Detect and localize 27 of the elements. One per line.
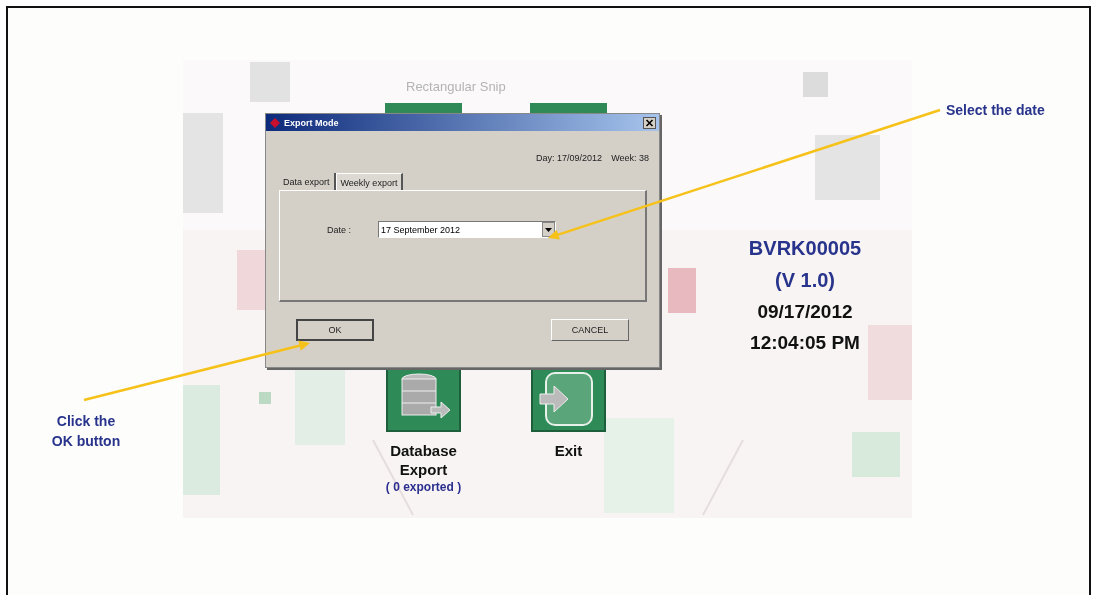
tile-label[interactable]: Exit bbox=[528, 441, 609, 460]
date-label: Date : bbox=[327, 224, 351, 235]
export-count: ( 0 exported ) bbox=[385, 480, 462, 494]
background-square bbox=[259, 392, 271, 404]
background-square bbox=[803, 72, 828, 97]
background-square bbox=[815, 135, 880, 200]
window-title: Export Mode bbox=[284, 117, 340, 128]
week-text: Week: 38 bbox=[611, 153, 649, 163]
callout-text: Select the date bbox=[946, 101, 1045, 120]
background-square bbox=[852, 432, 900, 477]
date-text: 09/17/2012 bbox=[756, 300, 854, 324]
background-square bbox=[668, 268, 696, 313]
version-label: (V 1.0) bbox=[774, 268, 836, 293]
ghost-label: Rectangular Snip bbox=[406, 79, 506, 94]
callout-text: Click the OK button bbox=[50, 412, 122, 451]
tab[interactable]: Weekly export bbox=[335, 173, 404, 190]
day-text: Day: 17/09/2012 bbox=[536, 153, 603, 163]
date-dropdown[interactable]: 17 September 2012 bbox=[378, 221, 556, 238]
close-button[interactable] bbox=[643, 116, 656, 129]
ok-button[interactable]: OK bbox=[296, 319, 374, 341]
tile-label[interactable]: Database Export bbox=[383, 441, 464, 479]
time-text: 12:04:05 PM bbox=[749, 331, 861, 355]
app-icon bbox=[269, 116, 281, 129]
device-id: BVRK00005 bbox=[747, 236, 863, 261]
background-square bbox=[250, 62, 290, 102]
cancel-button[interactable]: CANCEL bbox=[551, 319, 629, 341]
background-square bbox=[237, 250, 267, 310]
